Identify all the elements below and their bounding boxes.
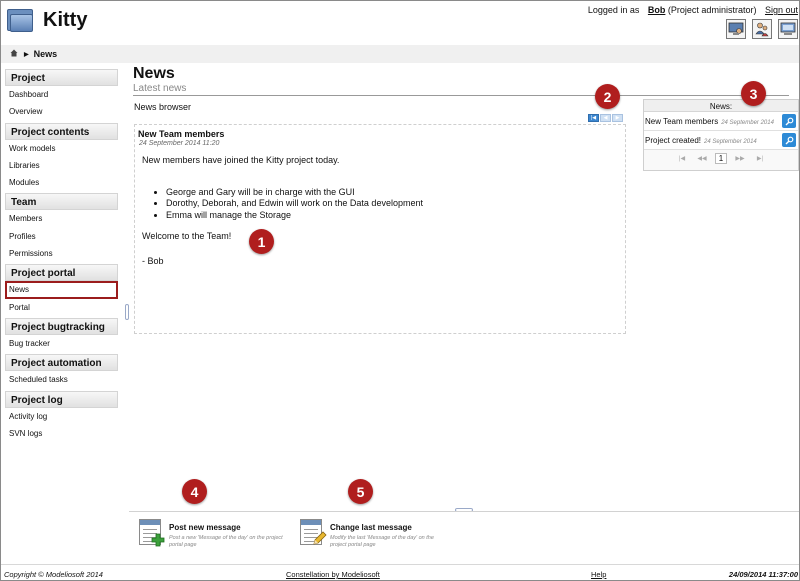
sidebar-item-dashboard[interactable]: Dashboard xyxy=(5,86,118,103)
title-divider xyxy=(133,95,789,96)
last-page-button[interactable]: ▶| xyxy=(753,155,767,162)
news-list-header: News: xyxy=(644,100,798,112)
magnifier-icon xyxy=(785,136,793,144)
news-intro: New members have joined the Kitty projec… xyxy=(142,155,340,165)
change-last-message-title: Change last message xyxy=(330,523,412,532)
news-list-pager: |◀ ◀◀ 1 ▶▶ ▶| xyxy=(644,150,798,164)
sidebar: Project Dashboard Overview Project conte… xyxy=(5,67,118,442)
computer-icon[interactable] xyxy=(778,19,798,39)
footer-datetime: 24/09/2014 11:37:00 xyxy=(728,570,798,579)
news-browser-label: News browser xyxy=(134,102,192,112)
header: Kitty Logged in as Bob (Project administ… xyxy=(1,1,799,45)
login-info: Logged in as Bob (Project administrator)… xyxy=(588,5,798,15)
view-news-button[interactable] xyxy=(782,133,796,147)
sidebar-item-svn-logs[interactable]: SVN logs xyxy=(5,425,118,442)
breadcrumb-current: News xyxy=(33,49,58,59)
sidebar-item-modules[interactable]: Modules xyxy=(5,174,118,191)
sidebar-section-project: Project xyxy=(5,69,118,86)
help-link[interactable]: Help xyxy=(591,570,606,579)
user-role: (Project administrator) xyxy=(667,5,757,15)
first-page-icon[interactable]: |◀ xyxy=(588,114,599,122)
app-window: Kitty Logged in as Bob (Project administ… xyxy=(0,0,800,581)
sidebar-section-project-bugtracking: Project bugtracking xyxy=(5,317,118,335)
news-bullet: Dorothy, Deborah, and Edwin will work on… xyxy=(166,198,423,210)
annotation-marker-3: 3 xyxy=(741,81,766,106)
app-title: Kitty xyxy=(43,9,88,31)
sidebar-section-project-log: Project log xyxy=(5,390,118,408)
breadcrumb: ▶ News xyxy=(1,45,799,63)
change-last-message-button[interactable]: Change last message Modify the last 'Mes… xyxy=(300,519,460,553)
magnifier-icon xyxy=(785,117,793,125)
monitor-user-icon[interactable] xyxy=(726,19,746,39)
news-bullet: Emma will manage the Storage xyxy=(166,210,423,222)
news-browser: New Team members 24 September 2014 11:20… xyxy=(134,124,626,334)
annotation-marker-2: 2 xyxy=(595,84,620,109)
header-toolbar xyxy=(726,19,798,39)
sidebar-item-profiles[interactable]: Profiles xyxy=(5,228,118,245)
sidebar-item-activity-log[interactable]: Activity log xyxy=(5,408,118,425)
news-date: 24 September 2014 11:20 xyxy=(139,140,220,147)
news-list-panel: News: New Team members 24 September 2014 … xyxy=(643,99,799,171)
sidebar-item-portal[interactable]: Portal xyxy=(5,299,118,316)
sidebar-item-overview[interactable]: Overview xyxy=(5,103,118,120)
change-last-message-desc: Modify the last 'Message of the day' on … xyxy=(330,535,434,548)
next-page-button[interactable]: ▶▶ xyxy=(733,155,747,162)
copyright: Copyright © Modeliosoft 2014 xyxy=(4,570,103,579)
logged-in-prefix: Logged in as xyxy=(587,5,640,15)
list-item[interactable]: Project created! 24 September 2014 xyxy=(644,131,798,150)
signout-link[interactable]: Sign out xyxy=(765,5,798,15)
constellation-link[interactable]: Constellation by Modeliosoft xyxy=(286,570,380,579)
news-closing: Welcome to the Team! xyxy=(142,231,232,241)
page-title: News xyxy=(133,65,175,82)
first-page-button[interactable]: |◀ xyxy=(675,155,689,162)
sidebar-collapse-handle[interactable] xyxy=(125,304,129,320)
sidebar-item-work-models[interactable]: Work models xyxy=(5,140,118,157)
current-page: 1 xyxy=(715,153,727,164)
post-new-message-button[interactable]: Post new message Post a new 'Message of … xyxy=(139,519,299,553)
sidebar-item-libraries[interactable]: Libraries xyxy=(5,157,118,174)
next-page-icon[interactable]: ▶ xyxy=(612,114,623,122)
page-subtitle: Latest news xyxy=(133,83,187,94)
news-pager: |◀ ◀ ▶ xyxy=(588,114,623,122)
prev-page-button[interactable]: ◀◀ xyxy=(695,155,709,162)
list-item-date: 24 September 2014 xyxy=(704,139,757,145)
sidebar-section-project-automation: Project automation xyxy=(5,354,118,372)
sidebar-item-bug-tracker[interactable]: Bug tracker xyxy=(5,335,118,352)
footer: Copyright © Modeliosoft 2014 Constellati… xyxy=(1,564,799,580)
actions-divider xyxy=(129,511,799,512)
sidebar-item-members[interactable]: Members xyxy=(5,210,118,227)
news-signature: - Bob xyxy=(142,255,164,266)
sidebar-item-scheduled-tasks[interactable]: Scheduled tasks xyxy=(5,371,118,388)
folder-logo-icon xyxy=(7,6,33,33)
user-link[interactable]: Bob xyxy=(648,5,666,15)
post-new-message-desc: Post a new 'Message of the day' on the p… xyxy=(169,535,283,548)
view-news-button[interactable] xyxy=(782,114,796,128)
sidebar-item-permissions[interactable]: Permissions xyxy=(5,245,118,262)
sidebar-item-news[interactable]: News xyxy=(5,281,118,299)
list-item-title: Project created! xyxy=(645,136,702,145)
list-item[interactable]: New Team members 24 September 2014 xyxy=(644,112,798,131)
news-edit-icon xyxy=(300,519,327,547)
sidebar-section-project-contents: Project contents xyxy=(5,122,118,140)
news-title: New Team members xyxy=(138,129,225,139)
news-add-icon xyxy=(139,519,165,547)
list-item-date: 24 September 2014 xyxy=(721,120,774,126)
prev-page-icon[interactable]: ◀ xyxy=(600,114,611,122)
home-icon[interactable] xyxy=(10,49,18,59)
news-bullet: George and Gary will be in charge with t… xyxy=(166,187,423,199)
sidebar-section-team: Team xyxy=(5,193,118,211)
post-new-message-title: Post new message xyxy=(169,523,241,532)
breadcrumb-separator-icon: ▶ xyxy=(24,51,29,58)
list-item-title: New Team members xyxy=(645,117,719,126)
annotation-marker-4: 4 xyxy=(182,479,207,504)
news-body: New members have joined the Kitty projec… xyxy=(142,155,423,267)
sidebar-section-project-portal: Project portal xyxy=(5,264,118,282)
users-icon[interactable] xyxy=(752,19,772,39)
annotation-marker-5: 5 xyxy=(348,479,373,504)
annotation-marker-1: 1 xyxy=(249,229,274,254)
news-bullets: George and Gary will be in charge with t… xyxy=(166,187,423,222)
